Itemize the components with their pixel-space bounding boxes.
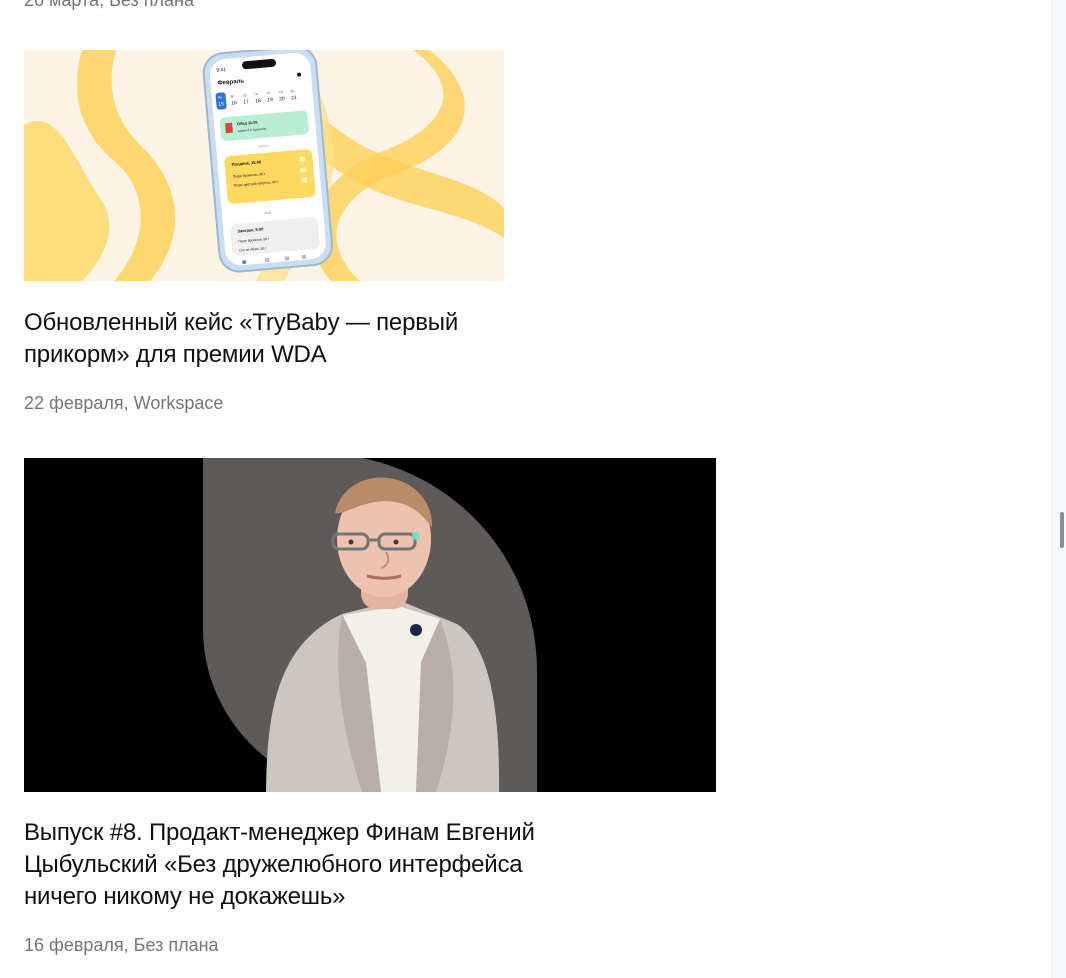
svg-text:15: 15 (218, 101, 224, 107)
scrollbar-thumb-icon[interactable] (1060, 512, 1064, 548)
article-title-trybaby[interactable]: Обновленный кейс «TryBaby — первый прико… (24, 307, 494, 371)
svg-text:Вс: Вс (290, 89, 295, 93)
svg-text:18: 18 (255, 98, 261, 104)
svg-text:Пт: Пт (266, 91, 271, 95)
article-title-finam-episode[interactable]: Выпуск #8. Продакт-менеджер Финам Евгени… (24, 817, 544, 913)
phone-time: 9:41 (216, 67, 226, 74)
phone-mockup: 9:41 Февраль Пн 15 Вт 16 Ср 17 Чт 18 Пт … (202, 50, 333, 273)
svg-text:16: 16 (231, 100, 237, 106)
svg-text:19: 19 (267, 97, 273, 103)
svg-text:21: 21 (291, 95, 297, 101)
svg-text:20: 20 (279, 96, 285, 102)
previous-article-meta: 26 марта, Без плана (24, 0, 194, 10)
trybaby-case-image[interactable]: 9:41 Февраль Пн 15 Вт 16 Ср 17 Чт 18 Пт … (24, 50, 504, 281)
article-meta-trybaby: 22 февраля, Workspace (24, 393, 224, 413)
article-meta-finam-episode: 16 февраля, Без плана (24, 935, 219, 955)
svg-text:Сб: Сб (278, 90, 283, 94)
svg-text:Ср: Ср (243, 93, 248, 97)
finam-episode-image[interactable] (24, 458, 716, 792)
svg-text:Пн: Пн (218, 95, 223, 99)
svg-text:Ужин: Ужин (264, 211, 272, 216)
vertical-scrollbar[interactable] (1051, 0, 1066, 978)
svg-text:17: 17 (243, 99, 249, 105)
svg-text:Чт: Чт (254, 92, 259, 96)
page: 26 марта, Без плана 9:41 Февраль Пн 15 В… (0, 0, 1066, 978)
